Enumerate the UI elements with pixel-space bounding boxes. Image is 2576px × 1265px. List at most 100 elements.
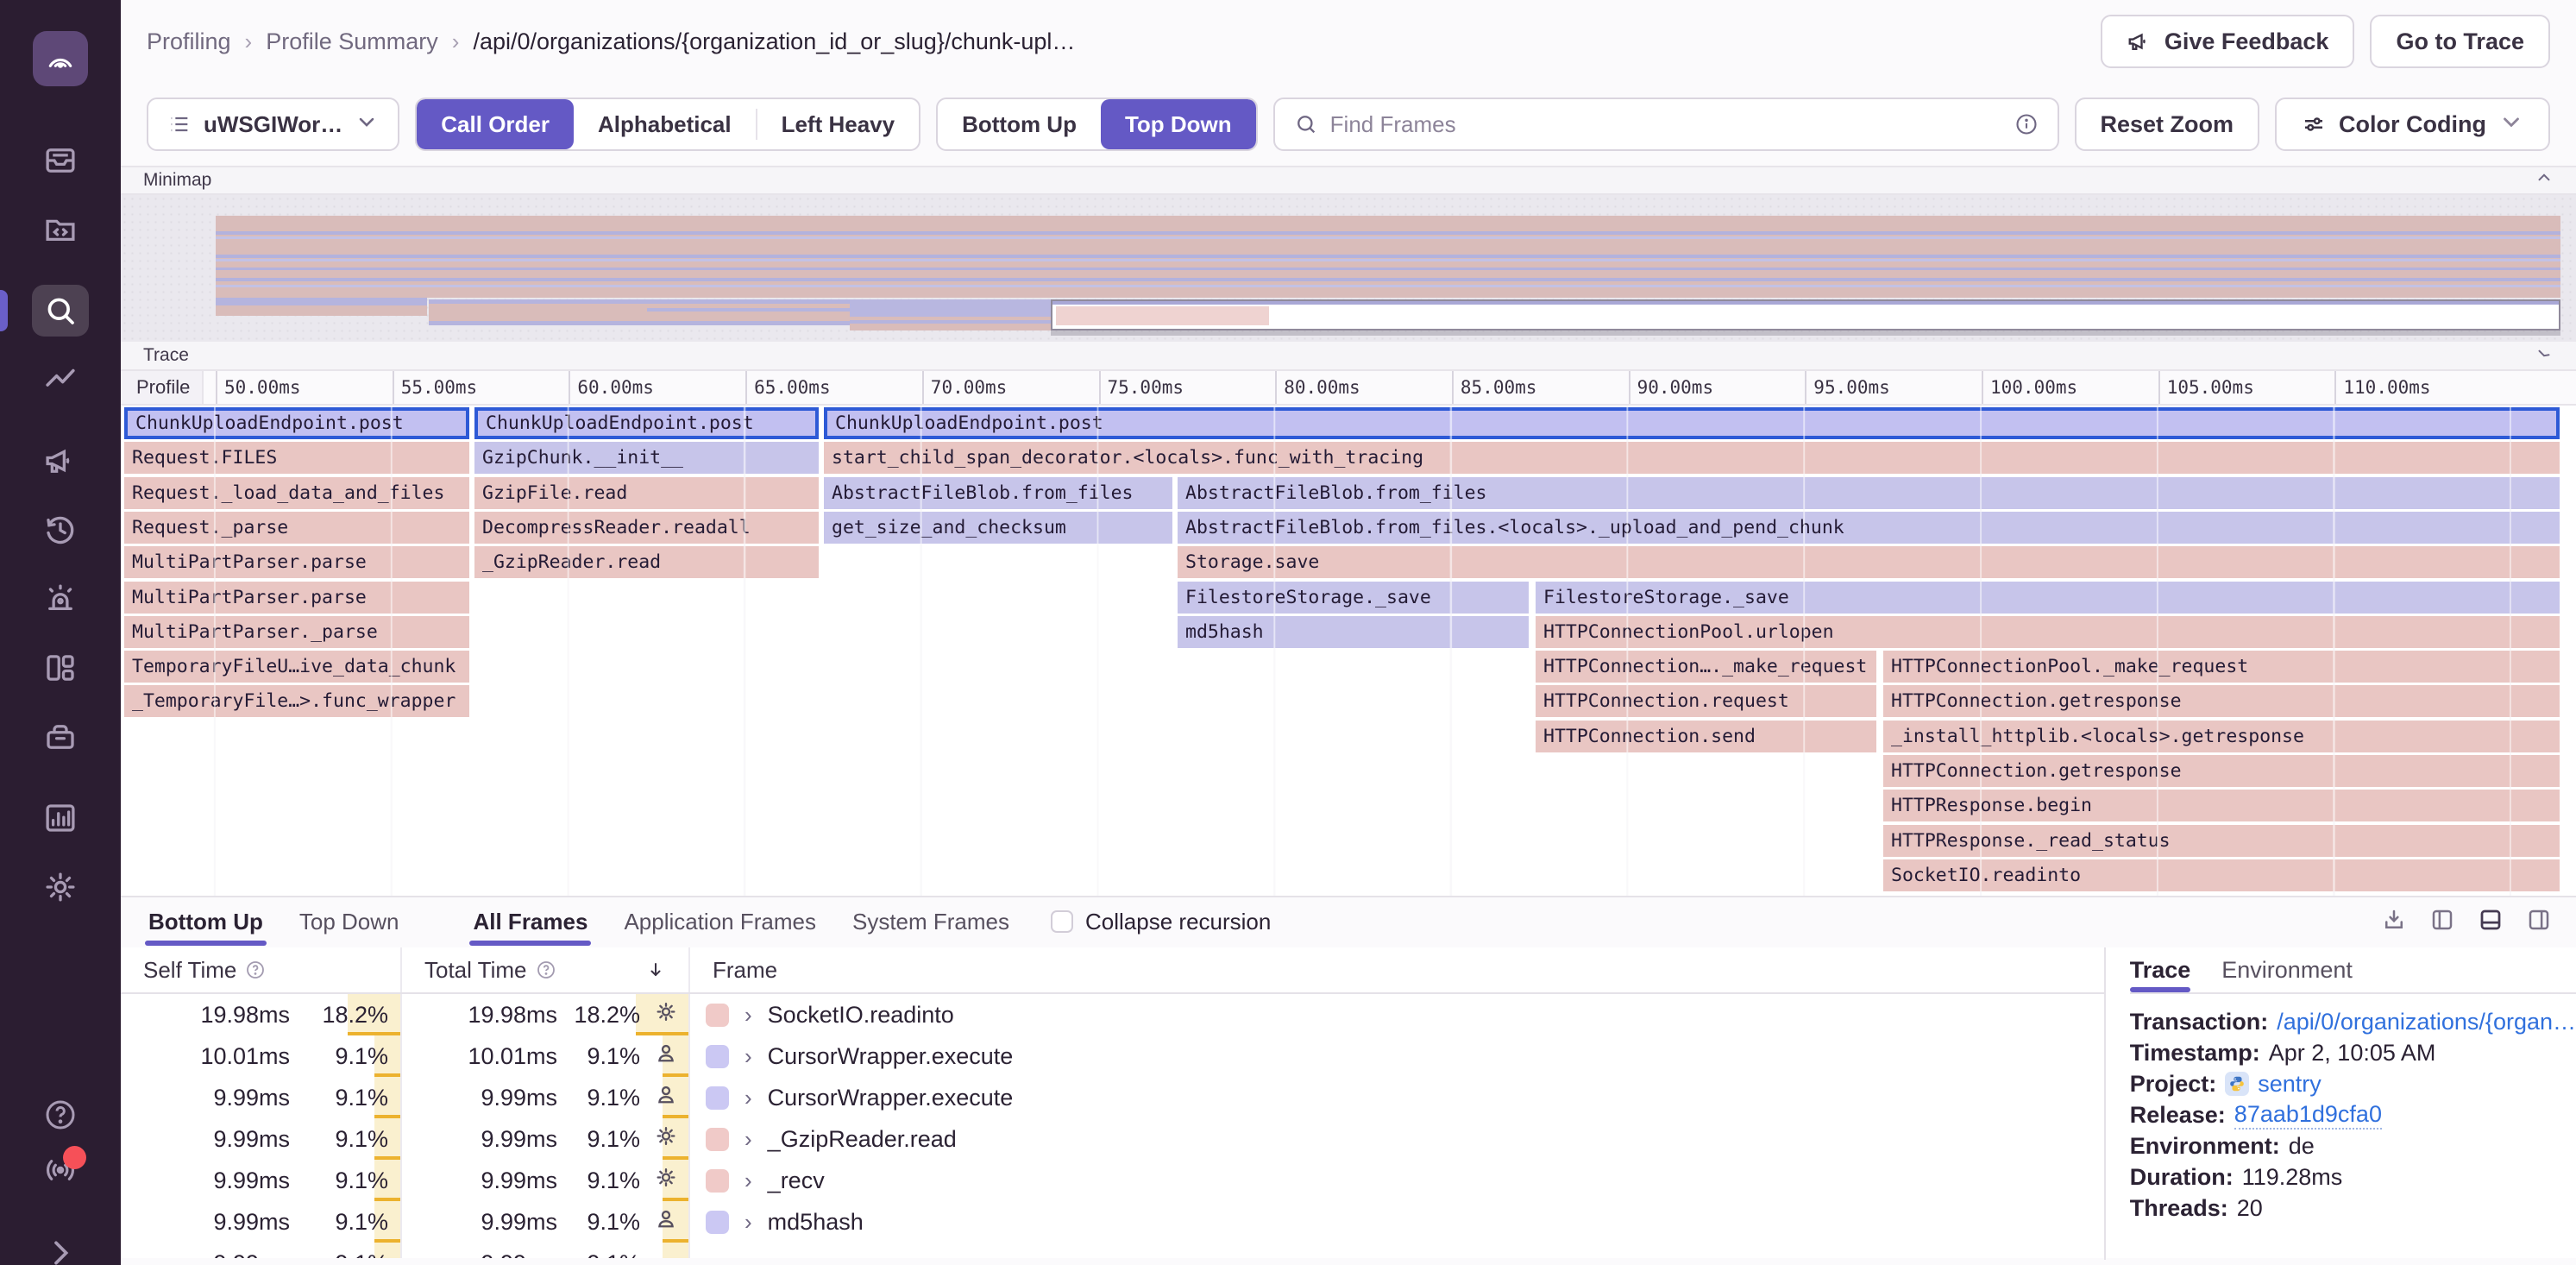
issues-icon[interactable] <box>32 135 89 186</box>
flame-frame[interactable]: HTTPConnection…._make_request <box>1536 651 1876 683</box>
breadcrumb-item[interactable]: Profiling <box>147 28 231 55</box>
give-feedback-button[interactable]: Give Feedback <box>2101 15 2355 68</box>
tab-application-frames[interactable]: Application Frames <box>620 897 820 946</box>
flame-frame[interactable]: MultiPartParser.parse <box>124 546 469 578</box>
flame-frame[interactable]: Request._load_data_and_files <box>124 477 469 509</box>
flame-frame[interactable]: HTTPConnection.getresponse <box>1883 685 2560 717</box>
tab-system-frames[interactable]: System Frames <box>849 897 1013 946</box>
flame-frame[interactable]: HTTPConnection.request <box>1536 685 1876 717</box>
help-icon[interactable] <box>43 1098 78 1136</box>
flame-frame[interactable]: AbstractFileBlob.from_files <box>824 477 1172 509</box>
projects-icon[interactable] <box>32 204 89 255</box>
find-frames-search[interactable] <box>1273 98 2059 151</box>
layout-right-icon[interactable] <box>2526 907 2552 937</box>
download-icon[interactable] <box>2381 907 2407 937</box>
flame-frame[interactable]: _install_httplib.<locals>.getresponse <box>1883 721 2560 752</box>
table-row[interactable]: 9.99ms9.1%9.99ms9.1%›CursorWrapper.execu… <box>121 1077 2104 1118</box>
field-value[interactable]: /api/0/organizations/{organ… <box>2277 1009 2576 1035</box>
search-input[interactable] <box>1330 111 2002 138</box>
details-tab-trace[interactable]: Trace <box>2130 947 2191 992</box>
self-time-column-header[interactable]: Self Time <box>121 947 402 992</box>
flame-frame[interactable]: Request._parse <box>124 512 469 544</box>
flamegraph[interactable]: ChunkUploadEndpoint.postChunkUploadEndpo… <box>121 406 2576 896</box>
collapse-recursion-checkbox[interactable] <box>1051 910 1073 933</box>
tab-bottom-up[interactable]: Bottom Up <box>145 897 267 946</box>
flame-frame[interactable]: Request.FILES <box>124 442 469 474</box>
thread-selector-dropdown[interactable]: uWSGIWor… <box>147 98 399 151</box>
flame-frame[interactable]: FilestoreStorage._save <box>1178 582 1529 614</box>
flame-frame[interactable]: get_size_and_checksum <box>824 512 1172 544</box>
flame-frame[interactable]: GzipChunk.__init__ <box>474 442 819 474</box>
flame-frame[interactable]: _GzipReader.read <box>474 546 819 578</box>
releases-icon[interactable] <box>32 711 89 763</box>
flame-frame[interactable]: HTTPConnectionPool._make_request <box>1883 651 2560 683</box>
total-time-column-header[interactable]: Total Time <box>402 947 690 992</box>
flame-frame[interactable]: HTTPConnection.getresponse <box>1883 755 2560 787</box>
segment-option-top-down[interactable]: Top Down <box>1101 99 1256 149</box>
sentry-logo[interactable] <box>33 31 88 86</box>
segment-option-bottom-up[interactable]: Bottom Up <box>938 99 1101 149</box>
flame-frame[interactable]: GzipFile.read <box>474 477 819 509</box>
minimap-canvas[interactable] <box>121 195 2576 342</box>
flame-frame[interactable]: AbstractFileBlob.from_files.<locals>._up… <box>1178 512 2560 544</box>
flame-frame[interactable]: DecompressReader.readall <box>474 512 819 544</box>
info-icon[interactable] <box>2014 112 2039 136</box>
help-circle-icon[interactable] <box>536 960 556 980</box>
table-row[interactable]: 19.98ms18.2%19.98ms18.2%›SocketIO.readin… <box>121 994 2104 1035</box>
flame-frame[interactable]: start_child_span_decorator.<locals>.func… <box>824 442 2560 474</box>
expand-chevron-icon[interactable] <box>43 1236 78 1265</box>
trace-header[interactable]: Trace <box>121 342 2576 371</box>
help-circle-icon[interactable] <box>245 960 266 980</box>
collapse-recursion-toggle[interactable]: Collapse recursion <box>1051 897 1271 946</box>
flame-frame[interactable]: HTTPConnectionPool.urlopen <box>1536 616 2560 648</box>
expand-chevron-icon[interactable]: › <box>745 1043 752 1070</box>
flame-frame[interactable]: ChunkUploadEndpoint.post <box>124 407 469 439</box>
flame-frame[interactable]: HTTPResponse._read_status <box>1883 825 2560 857</box>
flame-frame[interactable]: SocketIO.readinto <box>1883 859 2560 891</box>
insights-icon[interactable] <box>32 354 89 406</box>
segment-option-alphabetical[interactable]: Alphabetical <box>574 99 756 149</box>
flame-frame[interactable]: HTTPResponse.begin <box>1883 790 2560 821</box>
tab-top-down[interactable]: Top Down <box>296 897 403 946</box>
expand-chevron-icon[interactable]: › <box>745 1085 752 1111</box>
dashboards-icon[interactable] <box>32 642 89 694</box>
expand-chevron-icon[interactable]: › <box>745 1209 752 1236</box>
table-row[interactable]: 9.99ms9.1%9.99ms9.1%›_recv <box>121 1160 2104 1201</box>
flame-frame[interactable]: md5hash <box>1178 616 1529 648</box>
table-row[interactable]: 9.99ms9.1%9.99ms9.1%›_GzipReader.read <box>121 1118 2104 1160</box>
chevron-down-icon[interactable] <box>2535 343 2554 368</box>
reset-zoom-button[interactable]: Reset Zoom <box>2075 98 2260 151</box>
chevron-up-icon[interactable] <box>2535 168 2554 192</box>
go-to-trace-button[interactable]: Go to Trace <box>2370 15 2550 68</box>
table-row[interactable]: 9.99ms9.1%9.99ms9.1% <box>121 1243 2104 1258</box>
frame-column-header[interactable]: Frame <box>690 947 2104 992</box>
flame-frame[interactable]: ChunkUploadEndpoint.post <box>474 407 819 439</box>
expand-chevron-icon[interactable]: › <box>745 1167 752 1194</box>
alerts-siren-icon[interactable] <box>32 573 89 625</box>
flame-frame[interactable]: FilestoreStorage._save <box>1536 582 2560 614</box>
layout-bottom-icon[interactable] <box>2478 907 2504 937</box>
flame-frame[interactable]: ChunkUploadEndpoint.post <box>824 407 2560 439</box>
expand-chevron-icon[interactable]: › <box>745 1126 752 1153</box>
minimap-viewport[interactable] <box>1051 299 2560 330</box>
broadcast-icon[interactable] <box>43 1153 78 1192</box>
field-value[interactable]: 87aab1d9cfa0 <box>2234 1101 2382 1130</box>
stats-icon[interactable] <box>32 792 89 844</box>
field-value[interactable]: sentry <box>2258 1071 2322 1098</box>
breadcrumb-item[interactable]: Profile Summary <box>266 28 438 55</box>
details-tab-environment[interactable]: Environment <box>2221 947 2353 992</box>
replays-clock-icon[interactable] <box>32 504 89 556</box>
flame-frame[interactable]: MultiPartParser.parse <box>124 582 469 614</box>
layout-left-icon[interactable] <box>2429 907 2455 937</box>
flame-frame[interactable]: MultiPartParser._parse <box>124 616 469 648</box>
feedback-megaphone-icon[interactable] <box>32 435 89 487</box>
minimap-header[interactable]: Minimap <box>121 166 2576 195</box>
tab-all-frames[interactable]: All Frames <box>469 897 591 946</box>
flame-frame[interactable]: Storage.save <box>1178 546 2560 578</box>
color-coding-dropdown[interactable]: Color Coding <box>2275 98 2550 151</box>
flame-frame[interactable]: _TemporaryFile…>.func_wrapper <box>124 685 469 717</box>
expand-chevron-icon[interactable]: › <box>745 1002 752 1029</box>
settings-gear-icon[interactable] <box>32 861 89 913</box>
explore-search-icon[interactable] <box>32 285 89 337</box>
table-row[interactable]: 10.01ms9.1%10.01ms9.1%›CursorWrapper.exe… <box>121 1035 2104 1077</box>
